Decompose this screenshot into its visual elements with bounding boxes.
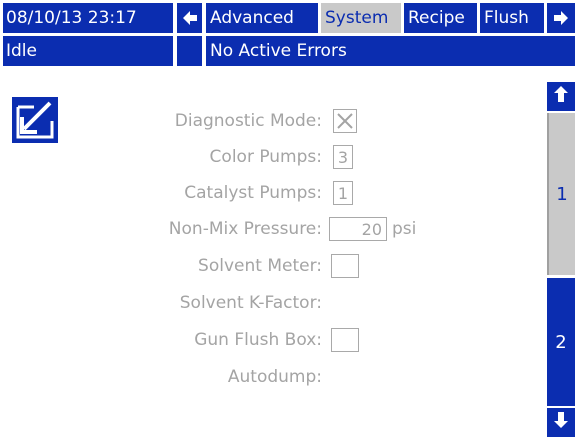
diagnostic-mode-label: Diagnostic Mode:: [174, 111, 322, 131]
solvent-meter-label: Solvent Meter:: [198, 256, 322, 276]
gun-flush-box-checkbox[interactable]: [331, 328, 359, 352]
non-mix-pressure-field[interactable]: 20: [329, 217, 387, 241]
solvent-meter-row: Solvent Meter:: [0, 253, 542, 279]
checkmark-x-icon: [337, 113, 353, 129]
arrow-right-icon: [553, 10, 569, 26]
solvent-meter-checkbox[interactable]: [331, 254, 359, 278]
gun-flush-box-label: Gun Flush Box:: [194, 330, 322, 350]
tab-advanced[interactable]: Advanced: [206, 3, 318, 33]
datetime-display: 08/10/13 23:17: [3, 3, 173, 33]
page-1-label: 1: [556, 183, 568, 205]
color-pumps-row: Color Pumps: 3: [0, 144, 542, 170]
gun-flush-box-row: Gun Flush Box:: [0, 327, 542, 353]
tab-flush[interactable]: Flush: [480, 3, 544, 33]
catalyst-pumps-label: Catalyst Pumps:: [184, 183, 322, 203]
solvent-k-factor-row: Solvent K-Factor:: [0, 290, 542, 316]
page-2-button[interactable]: 2: [547, 278, 575, 406]
diagnostic-mode-checkbox[interactable]: [333, 109, 357, 133]
tab-system[interactable]: System: [321, 3, 401, 33]
page-2-label: 2: [555, 331, 567, 353]
color-pumps-label: Color Pumps:: [209, 147, 322, 167]
page-down-button[interactable]: [547, 408, 575, 437]
page-1-button[interactable]: 1: [547, 113, 575, 275]
tab-recipe[interactable]: Recipe: [404, 3, 477, 33]
non-mix-pressure-label: Non-Mix Pressure:: [168, 219, 322, 239]
catalyst-pumps-row: Catalyst Pumps: 1: [0, 180, 542, 206]
error-status: No Active Errors: [206, 36, 575, 66]
top-bar: 08/10/13 23:17 Advanced System Recipe Fl…: [0, 0, 575, 82]
pressure-unit: psi: [392, 219, 417, 239]
status-state: Idle: [3, 36, 173, 66]
autodump-label: Autodump:: [227, 367, 322, 387]
next-tab-button[interactable]: [547, 3, 575, 33]
catalyst-pumps-field[interactable]: 1: [333, 181, 353, 205]
diagnostic-mode-row: Diagnostic Mode:: [0, 108, 542, 134]
page-up-button[interactable]: [547, 82, 575, 111]
non-mix-pressure-row: Non-Mix Pressure: 20 psi: [0, 216, 542, 242]
arrow-up-icon: [553, 85, 569, 108]
solvent-k-factor-label: Solvent K-Factor:: [179, 293, 322, 313]
prev-tab-button[interactable]: [177, 3, 202, 33]
non-mix-pressure-value: 20: [361, 219, 382, 239]
status-indicator: [177, 36, 202, 66]
page-navigator: 1 2: [547, 82, 575, 437]
system-settings-form: Diagnostic Mode: Color Pumps: 3 Catalyst…: [0, 82, 542, 437]
arrow-down-icon: [553, 411, 569, 434]
arrow-left-icon: [182, 10, 198, 26]
color-pumps-field[interactable]: 3: [333, 145, 353, 169]
autodump-row: Autodump:: [0, 364, 542, 390]
